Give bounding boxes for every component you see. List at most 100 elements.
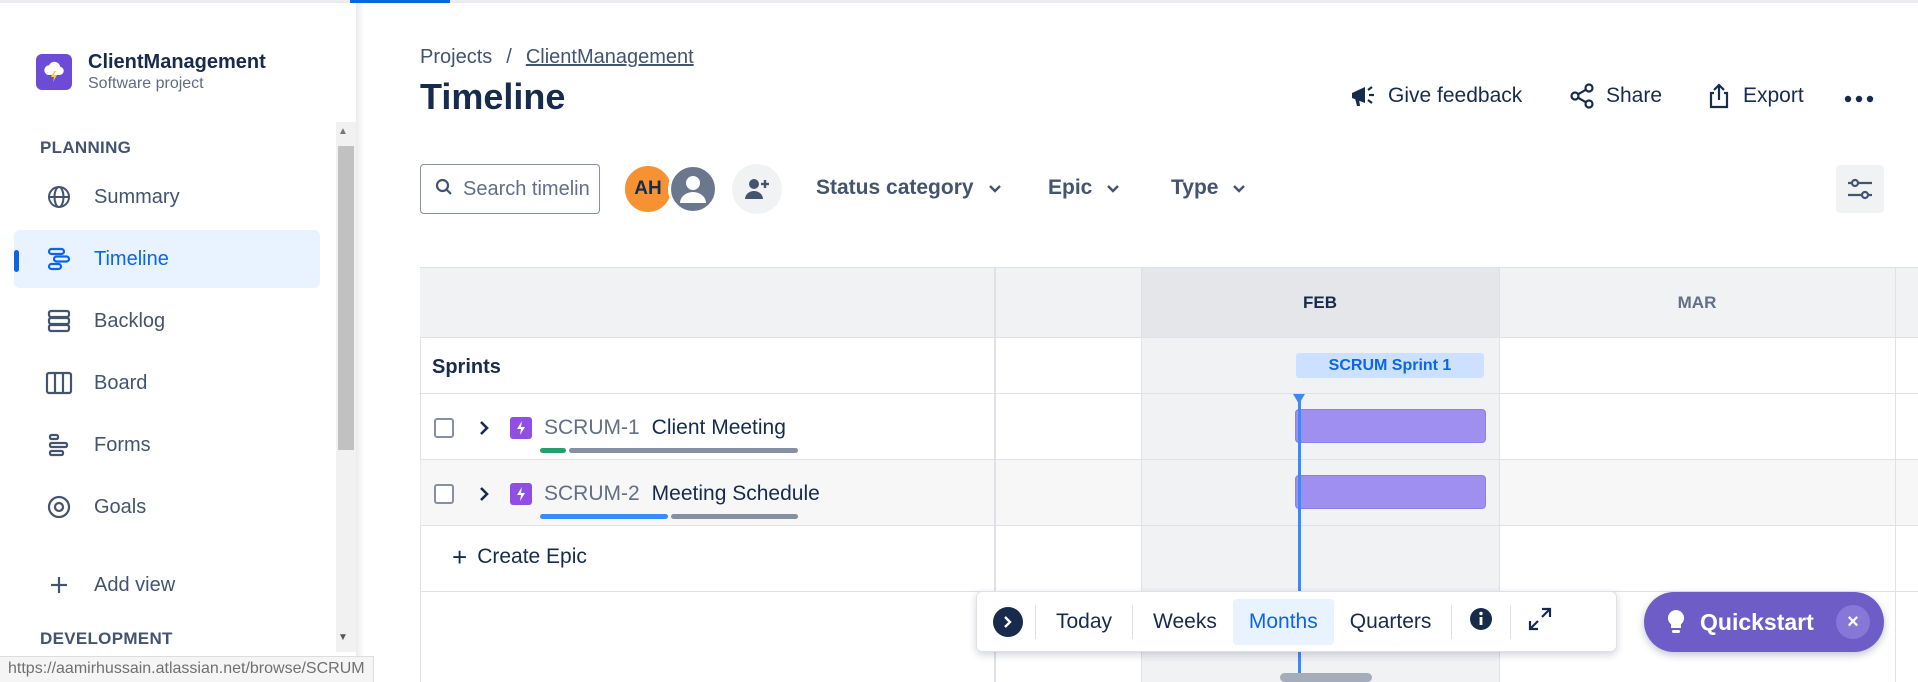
project-type: Software project: [88, 75, 204, 92]
months-button[interactable]: Months: [1232, 598, 1334, 645]
timeline-header-jan: [995, 268, 1141, 338]
project-name: ClientManagement: [88, 51, 266, 73]
view-settings-button[interactable]: [1836, 165, 1884, 213]
chevron-right-icon[interactable]: [478, 419, 494, 437]
export-icon: [1705, 82, 1733, 110]
close-icon[interactable]: ×: [1836, 605, 1870, 639]
epic-checkbox[interactable]: [434, 484, 454, 504]
sidebar-item-timeline[interactable]: Timeline: [14, 230, 320, 288]
epic-title[interactable]: Client Meeting: [652, 416, 786, 440]
switcher-separator: [1510, 604, 1512, 639]
epic-title[interactable]: Meeting Schedule: [652, 482, 820, 506]
sidebar-item-label: Summary: [94, 185, 180, 208]
epic-dropdown[interactable]: Epic: [1048, 176, 1120, 200]
export-button[interactable]: Export: [1705, 82, 1804, 110]
project-avatar-icon: [36, 54, 72, 90]
breadcrumb-project-link[interactable]: ClientManagement: [526, 46, 694, 68]
sidebar-item-label: Board: [94, 371, 148, 394]
sidebar-item-label: Forms: [94, 433, 151, 456]
avatar-ah[interactable]: AH: [623, 164, 673, 214]
search-input[interactable]: [461, 176, 591, 202]
progress-todo: [671, 514, 798, 519]
sidebar-item-summary[interactable]: Summary: [14, 168, 320, 226]
share-icon: [1568, 82, 1596, 110]
switcher-separator: [1451, 604, 1453, 639]
sprints-label: Sprints: [432, 356, 501, 378]
epic-key[interactable]: SCRUM-2: [544, 482, 640, 506]
megaphone-icon: [1348, 82, 1378, 110]
create-epic-button[interactable]: + Create Epic: [452, 544, 587, 570]
collapse-panel-button[interactable]: [985, 599, 1031, 645]
month-header-mar: MAR: [1499, 268, 1895, 338]
lightbulb-icon: [1666, 609, 1686, 635]
board-icon: [44, 368, 74, 398]
epic-row[interactable]: SCRUM-2 Meeting Schedule: [434, 482, 820, 506]
sliders-icon: [1848, 178, 1872, 200]
timeline-horizontal-scrollbar[interactable]: [1280, 673, 1372, 682]
active-nav-indicator: [14, 250, 19, 272]
planning-section-title: PLANNING: [40, 138, 132, 157]
today-button[interactable]: Today: [1040, 599, 1128, 645]
scroll-up-arrow-icon[interactable]: ▲: [338, 126, 348, 137]
add-view-label: Add view: [94, 573, 176, 596]
timeline-icon: [44, 244, 74, 274]
goals-icon: [44, 492, 74, 522]
export-label: Export: [1743, 84, 1804, 107]
scroll-down-arrow-icon[interactable]: ▼: [338, 632, 348, 643]
sidebar-item-backlog[interactable]: Backlog: [14, 292, 320, 350]
info-icon: [1468, 606, 1494, 638]
sprints-row: [420, 338, 1918, 394]
give-feedback-button[interactable]: Give feedback: [1348, 82, 1522, 110]
status-category-label: Status category: [816, 176, 974, 199]
quickstart-button[interactable]: Quickstart ×: [1644, 592, 1884, 652]
epic-icon: [510, 417, 532, 439]
chevron-right-icon[interactable]: [478, 485, 494, 503]
more-actions-button[interactable]: [1844, 86, 1874, 110]
type-dropdown[interactable]: Type: [1171, 176, 1246, 200]
sidebar-item-board[interactable]: Board: [14, 354, 320, 412]
today-marker-head: [1293, 394, 1305, 404]
month-header-feb: FEB: [1141, 268, 1499, 338]
sidebar-item-goals[interactable]: Goals: [14, 478, 320, 536]
page-title: Timeline: [420, 76, 566, 117]
epic-bar[interactable]: [1295, 475, 1486, 509]
info-button[interactable]: [1456, 599, 1506, 645]
share-label: Share: [1606, 84, 1663, 107]
epic-bar[interactable]: [1295, 409, 1486, 443]
fullscreen-button[interactable]: [1515, 599, 1565, 645]
search-icon: [435, 178, 453, 201]
add-person-icon: [745, 179, 769, 199]
expand-icon: [1527, 606, 1553, 638]
breadcrumb-separator: /: [506, 46, 512, 68]
month-divider: [1895, 268, 1896, 682]
epic-icon: [510, 483, 532, 505]
sidebar-scrollbar-thumb[interactable]: [338, 146, 354, 450]
avatar-unassigned[interactable]: [668, 164, 718, 214]
switcher-separator: [1035, 604, 1036, 639]
chevron-down-icon: [1232, 176, 1246, 200]
add-view-button[interactable]: Add view: [14, 556, 320, 614]
epic-checkbox[interactable]: [434, 418, 454, 438]
top-tab-indicator: [350, 0, 450, 3]
sprint-pill[interactable]: SCRUM Sprint 1: [1296, 353, 1484, 378]
status-category-dropdown[interactable]: Status category: [816, 176, 1002, 200]
add-people-button[interactable]: [732, 164, 782, 214]
search-field[interactable]: [420, 164, 600, 214]
sidebar-item-forms[interactable]: Forms: [14, 416, 320, 474]
epic-row[interactable]: SCRUM-1 Client Meeting: [434, 416, 786, 440]
progress-in-progress: [540, 514, 668, 519]
quarters-button[interactable]: Quarters: [1334, 599, 1448, 645]
backlog-icon: [44, 306, 74, 336]
user-icon: [680, 176, 706, 203]
plus-icon: [44, 570, 74, 600]
sidebar-item-label: Timeline: [94, 247, 169, 270]
breadcrumb-projects[interactable]: Projects: [420, 46, 492, 68]
timeline-view-switcher: Today Weeks Months Quarters: [976, 591, 1617, 652]
project-header[interactable]: ClientManagement Software project: [36, 50, 266, 94]
sidebar-item-label: Backlog: [94, 309, 166, 332]
globe-icon: [44, 182, 74, 212]
epic-key[interactable]: SCRUM-1: [544, 416, 640, 440]
sidebar-item-label: Goals: [94, 495, 147, 518]
share-button[interactable]: Share: [1568, 82, 1662, 110]
weeks-button[interactable]: Weeks: [1137, 599, 1233, 645]
